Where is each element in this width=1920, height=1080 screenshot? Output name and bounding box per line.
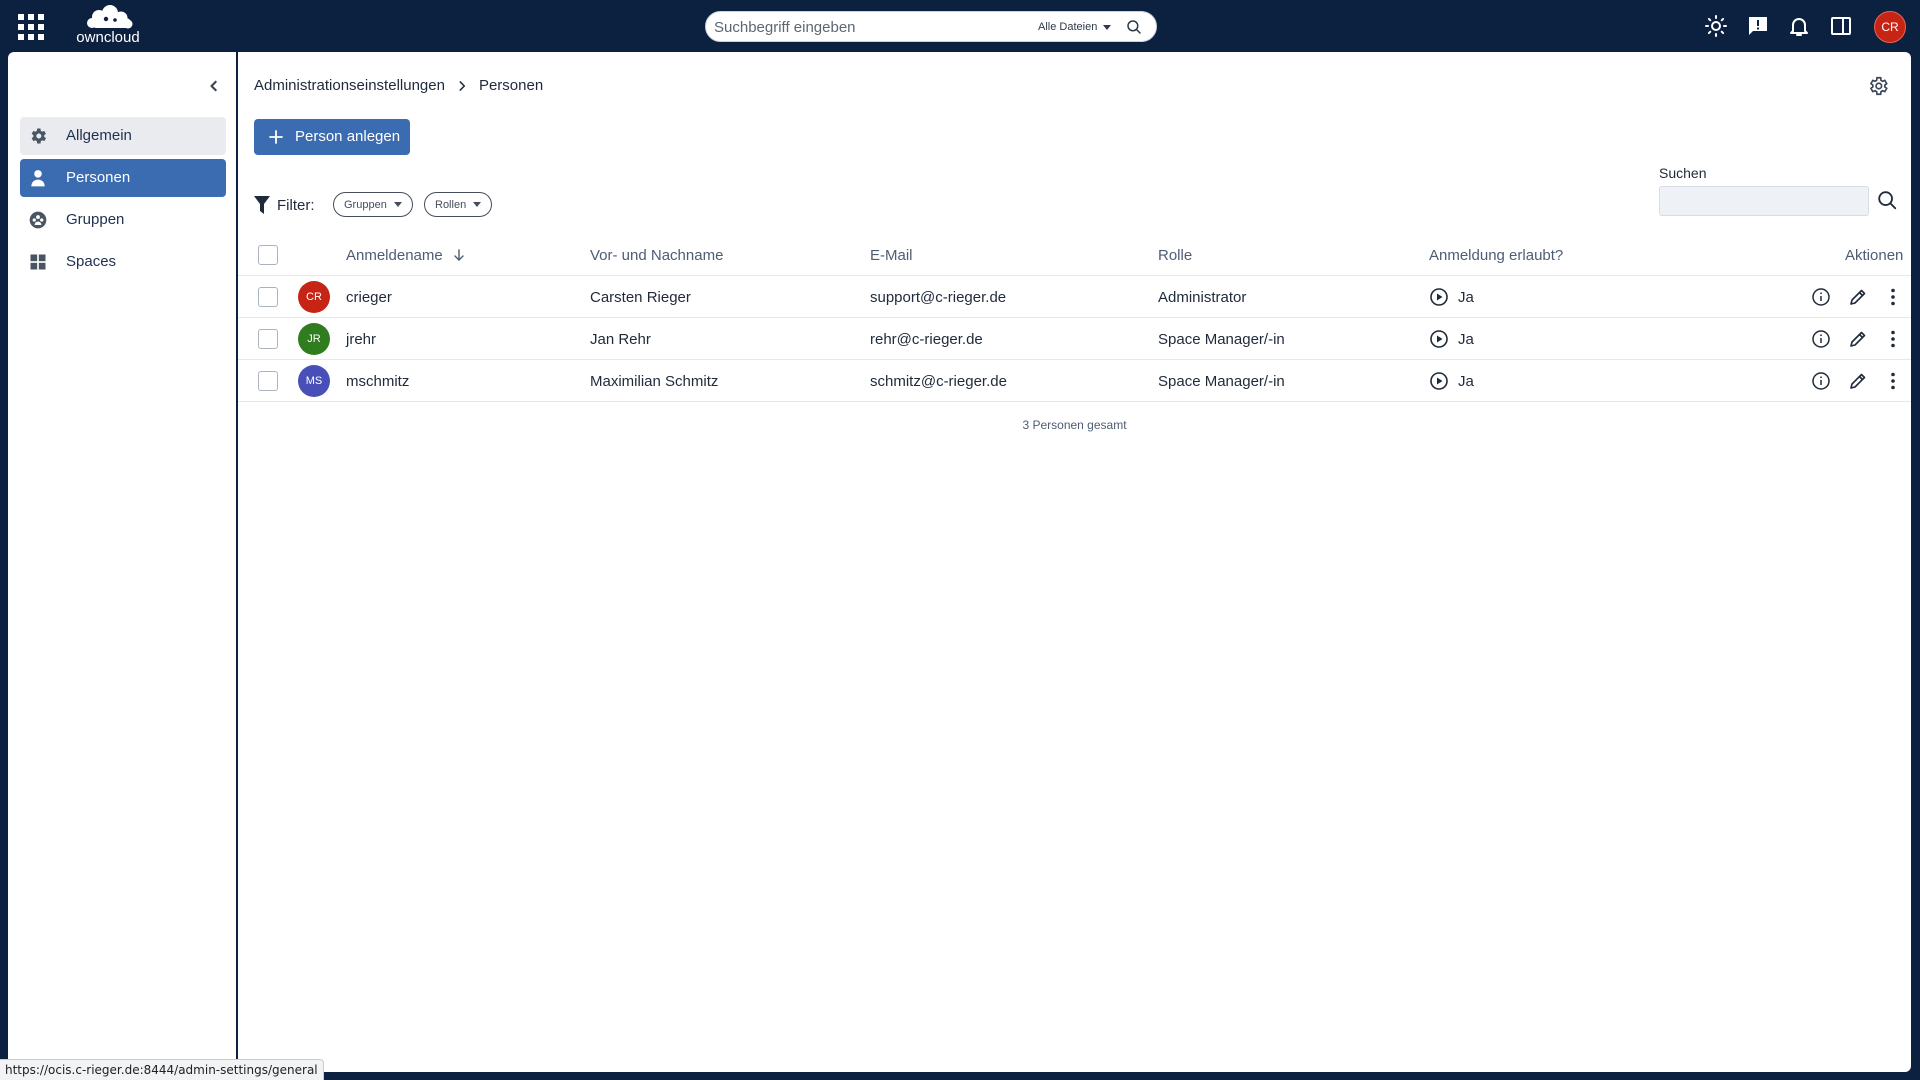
cell-name: Jan Rehr — [590, 331, 651, 348]
user-avatar[interactable]: CR — [1874, 11, 1906, 43]
filter-chip-label: Gruppen — [344, 198, 387, 211]
chevron-down-icon — [1103, 24, 1112, 30]
more-vertical-icon[interactable] — [1883, 329, 1903, 349]
sidebar-item-label: Gruppen — [66, 211, 125, 228]
filter-icon — [254, 196, 270, 214]
cell-email: support@c-rieger.de — [870, 289, 1007, 306]
filter-chip-rollen[interactable]: Rollen — [424, 192, 493, 217]
more-vertical-icon[interactable] — [1883, 287, 1903, 307]
cell-email: schmitz@c-rieger.de — [870, 373, 1007, 390]
sidebar-item-label: Personen — [66, 169, 131, 186]
pencil-icon[interactable] — [1848, 329, 1868, 349]
owncloud-logo[interactable]: owncloud — [66, 4, 150, 46]
sidebar-item-gruppen[interactable]: Gruppen — [20, 201, 226, 239]
search-label: Suchen — [1659, 165, 1707, 181]
admin-sidebar: Allgemein Personen Gruppen Spaces — [8, 52, 236, 1072]
global-search: Alle Dateien — [705, 11, 1157, 42]
chevron-down-icon — [393, 202, 402, 207]
header-actions: Aktionen — [1845, 247, 1904, 264]
top-bar: owncloud Alle Dateien CR — [0, 0, 1920, 52]
cell-login-allowed: Ja — [1458, 331, 1474, 348]
person-icon — [31, 170, 45, 187]
apps-grid-icon[interactable] — [18, 14, 44, 40]
table-row[interactable]: JR jrehr Jan Rehr rehr@c-rieger.de Space… — [238, 318, 1911, 360]
gear-icon — [31, 128, 46, 144]
cell-login-allowed: Ja — [1458, 289, 1474, 306]
search-scope-select[interactable]: Alle Dateien — [1038, 20, 1112, 34]
table-total-count: 3 Personen gesamt — [1022, 418, 1127, 432]
filter-chip-gruppen[interactable]: Gruppen — [333, 192, 413, 217]
chevron-right-icon — [459, 80, 466, 91]
arrow-down-icon — [454, 249, 464, 261]
filter-label: Filter: — [277, 196, 315, 214]
gear-icon[interactable] — [1867, 75, 1889, 97]
user-search-field — [1659, 186, 1869, 216]
header-username-label: Anmeldename — [346, 247, 443, 264]
main-content: Administrationseinstellungen Personen Pe… — [238, 52, 1911, 1072]
cell-role: Space Manager/-in — [1158, 331, 1285, 348]
groups-icon — [29, 211, 47, 229]
info-icon[interactable] — [1811, 329, 1831, 349]
select-all-checkbox[interactable] — [258, 245, 278, 265]
info-icon[interactable] — [1811, 287, 1831, 307]
more-vertical-icon[interactable] — [1883, 371, 1903, 391]
header-username[interactable]: Anmeldename — [346, 247, 465, 264]
sidebar-item-label: Allgemein — [66, 127, 132, 144]
cell-email: rehr@c-rieger.de — [870, 331, 983, 348]
cell-role: Administrator — [1158, 289, 1247, 306]
play-circle-icon — [1430, 330, 1448, 348]
play-circle-icon — [1430, 288, 1448, 306]
row-checkbox[interactable] — [258, 329, 278, 349]
create-person-button[interactable]: Person anlegen — [254, 119, 410, 155]
bell-icon[interactable] — [1787, 14, 1811, 38]
status-bar-url: https://ocis.c-rieger.de:8444/admin-sett… — [0, 1059, 324, 1080]
table-row[interactable]: MS mschmitz Maximilian Schmitz schmitz@c… — [238, 360, 1911, 402]
filter-chip-label: Rollen — [435, 198, 467, 211]
info-icon[interactable] — [1811, 371, 1831, 391]
avatar: JR — [298, 323, 330, 355]
table-row[interactable]: CR crieger Carsten Rieger support@c-rieg… — [238, 276, 1911, 318]
header-login-allowed[interactable]: Anmeldung erlaubt? — [1429, 247, 1563, 264]
row-checkbox[interactable] — [258, 371, 278, 391]
play-circle-icon — [1430, 372, 1448, 390]
search-icon[interactable] — [1125, 18, 1143, 36]
cell-login-allowed: Ja — [1458, 373, 1474, 390]
sidebar-toggle-icon[interactable] — [1829, 14, 1853, 38]
breadcrumb: Administrationseinstellungen Personen — [254, 77, 543, 94]
pencil-icon[interactable] — [1848, 371, 1868, 391]
plus-icon — [269, 130, 283, 144]
logo-text: owncloud — [76, 29, 139, 46]
cell-username: crieger — [346, 289, 392, 306]
chevron-left-icon[interactable] — [204, 76, 224, 96]
pencil-icon[interactable] — [1848, 287, 1868, 307]
cell-username: mschmitz — [346, 373, 410, 390]
table-header-row: Anmeldename Vor- und Nachname E-Mail Rol… — [238, 234, 1911, 276]
create-person-label: Person anlegen — [295, 128, 401, 145]
breadcrumb-admin-settings[interactable]: Administrationseinstellungen — [254, 77, 445, 94]
header-name[interactable]: Vor- und Nachname — [590, 247, 723, 264]
sidebar-item-allgemein[interactable]: Allgemein — [20, 117, 226, 155]
search-scope-label: Alle Dateien — [1038, 21, 1098, 33]
header-email[interactable]: E-Mail — [870, 247, 913, 264]
cell-role: Space Manager/-in — [1158, 373, 1285, 390]
sidebar-item-spaces[interactable]: Spaces — [20, 243, 226, 281]
global-search-input[interactable] — [714, 16, 1014, 38]
cell-name: Maximilian Schmitz — [590, 373, 719, 390]
breadcrumb-current: Personen — [478, 77, 544, 94]
sidebar-item-label: Spaces — [66, 253, 117, 270]
cell-username: jrehr — [346, 331, 377, 348]
user-search-input[interactable] — [1660, 187, 1868, 215]
row-checkbox[interactable] — [258, 287, 278, 307]
cell-name: Carsten Rieger — [590, 289, 691, 306]
feedback-icon[interactable] — [1746, 14, 1770, 38]
chevron-down-icon — [473, 202, 482, 207]
search-icon[interactable] — [1876, 189, 1898, 211]
sun-icon[interactable] — [1704, 14, 1728, 38]
header-role[interactable]: Rolle — [1158, 247, 1192, 264]
sidebar-item-personen[interactable]: Personen — [20, 159, 226, 197]
filter-bar: Filter: — [254, 192, 315, 218]
avatar: CR — [298, 281, 330, 313]
spaces-grid-icon — [30, 254, 46, 270]
avatar: MS — [298, 365, 330, 397]
